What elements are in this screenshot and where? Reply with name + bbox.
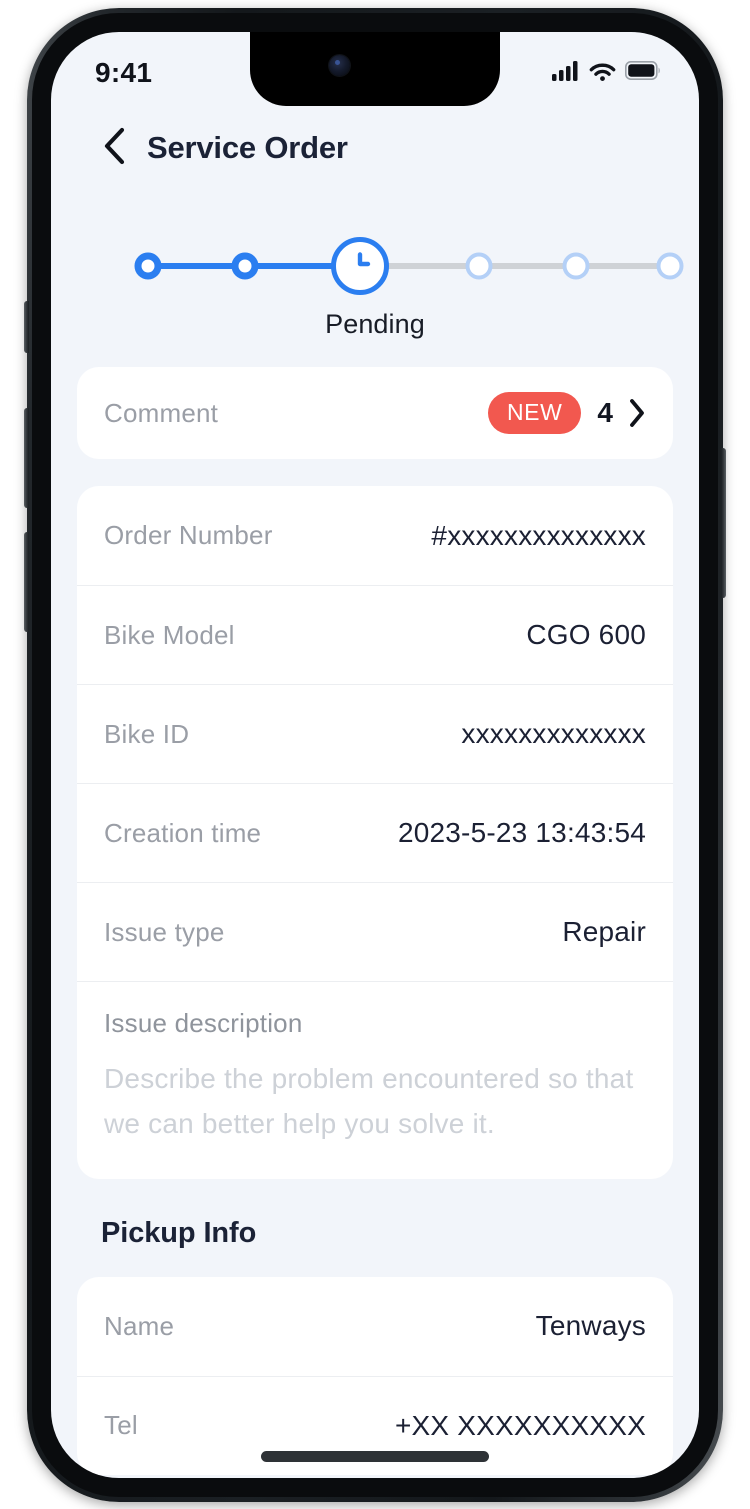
pickup-info-title: Pickup Info (101, 1216, 257, 1249)
mute-switch-button[interactable] (24, 301, 29, 353)
device-notch (250, 32, 500, 106)
page-content: Pending Comment NEW 4 Order Number #xxxx… (51, 190, 699, 1478)
pickup-info-card: Name Tenways Tel +XX XXXXXXXXXX (77, 1276, 673, 1475)
stepper-node-2[interactable] (231, 252, 259, 280)
row-label: Tel (104, 1410, 138, 1441)
volume-down-button[interactable] (24, 532, 29, 632)
issue-description-input[interactable]: Describe the problem encountered so that… (104, 1057, 646, 1147)
comment-card[interactable]: Comment NEW 4 (77, 367, 673, 459)
comment-right-group: NEW 4 (487, 392, 646, 434)
issue-description-block: Issue description Describe the problem e… (77, 981, 673, 1179)
table-row: Bike Model CGO 600 (77, 585, 673, 684)
stepper-node-6[interactable] (656, 252, 684, 280)
table-row: Name Tenways (77, 1277, 673, 1376)
wifi-icon (589, 61, 616, 86)
row-label: Creation time (104, 817, 262, 848)
row-value: Tenways (535, 1310, 646, 1342)
clock-icon (343, 247, 377, 286)
row-label: Order Number (104, 520, 273, 550)
comment-row[interactable]: Comment NEW 4 (77, 367, 673, 459)
table-row: Creation time 2023-5-23 13:43:54 (77, 783, 673, 882)
app-header: Service Order (51, 106, 699, 190)
row-value: CGO 600 (526, 619, 646, 650)
row-label: Bike ID (104, 718, 190, 749)
stepper-node-3-active[interactable] (331, 237, 389, 295)
row-value: +XX XXXXXXXXXX (394, 1409, 646, 1441)
order-details-card: Order Number #xxxxxxxxxxxxxx Bike Model … (77, 486, 673, 1179)
row-value: 2023-5-23 13:43:54 (397, 817, 646, 848)
stepper-track-area (87, 237, 684, 295)
comment-count: 4 (597, 397, 613, 428)
table-row: Issue type Repair (77, 882, 673, 981)
issue-description-label: Issue description (104, 1008, 303, 1038)
chevron-left-icon (103, 127, 125, 170)
status-icons (552, 60, 661, 86)
stepper-node-5[interactable] (562, 252, 590, 280)
phone-screen: 9:41 Service Order Pending Comment NEW 4… (51, 32, 699, 1478)
stepper-node-4[interactable] (465, 252, 493, 280)
stepper-track-remaining (385, 263, 668, 269)
power-button[interactable] (721, 448, 726, 598)
status-badge-new: NEW (487, 392, 582, 434)
status-time: 9:41 (95, 57, 153, 88)
back-button[interactable] (99, 127, 129, 170)
chevron-right-icon (629, 398, 646, 428)
row-value: Repair (562, 916, 646, 947)
row-label: Name (104, 1310, 175, 1341)
row-value: #xxxxxxxxxxxxxx (431, 519, 646, 551)
stepper-node-1[interactable] (134, 252, 162, 280)
front-camera (329, 55, 350, 76)
table-row: Bike ID xxxxxxxxxxxxx (77, 684, 673, 783)
row-label: Bike Model (104, 619, 235, 650)
table-row: Order Number #xxxxxxxxxxxxxx (77, 486, 673, 585)
battery-full-icon (625, 61, 661, 85)
order-progress-stepper: Pending (77, 190, 684, 340)
comment-label: Comment (104, 397, 219, 428)
cellular-signal-icon (552, 60, 580, 86)
volume-up-button[interactable] (24, 408, 29, 508)
page-title: Service Order (147, 130, 348, 165)
home-indicator[interactable] (261, 1451, 489, 1462)
row-label: Issue type (104, 916, 225, 947)
stepper-current-label: Pending (325, 309, 425, 339)
row-value: xxxxxxxxxxxxx (461, 718, 646, 749)
